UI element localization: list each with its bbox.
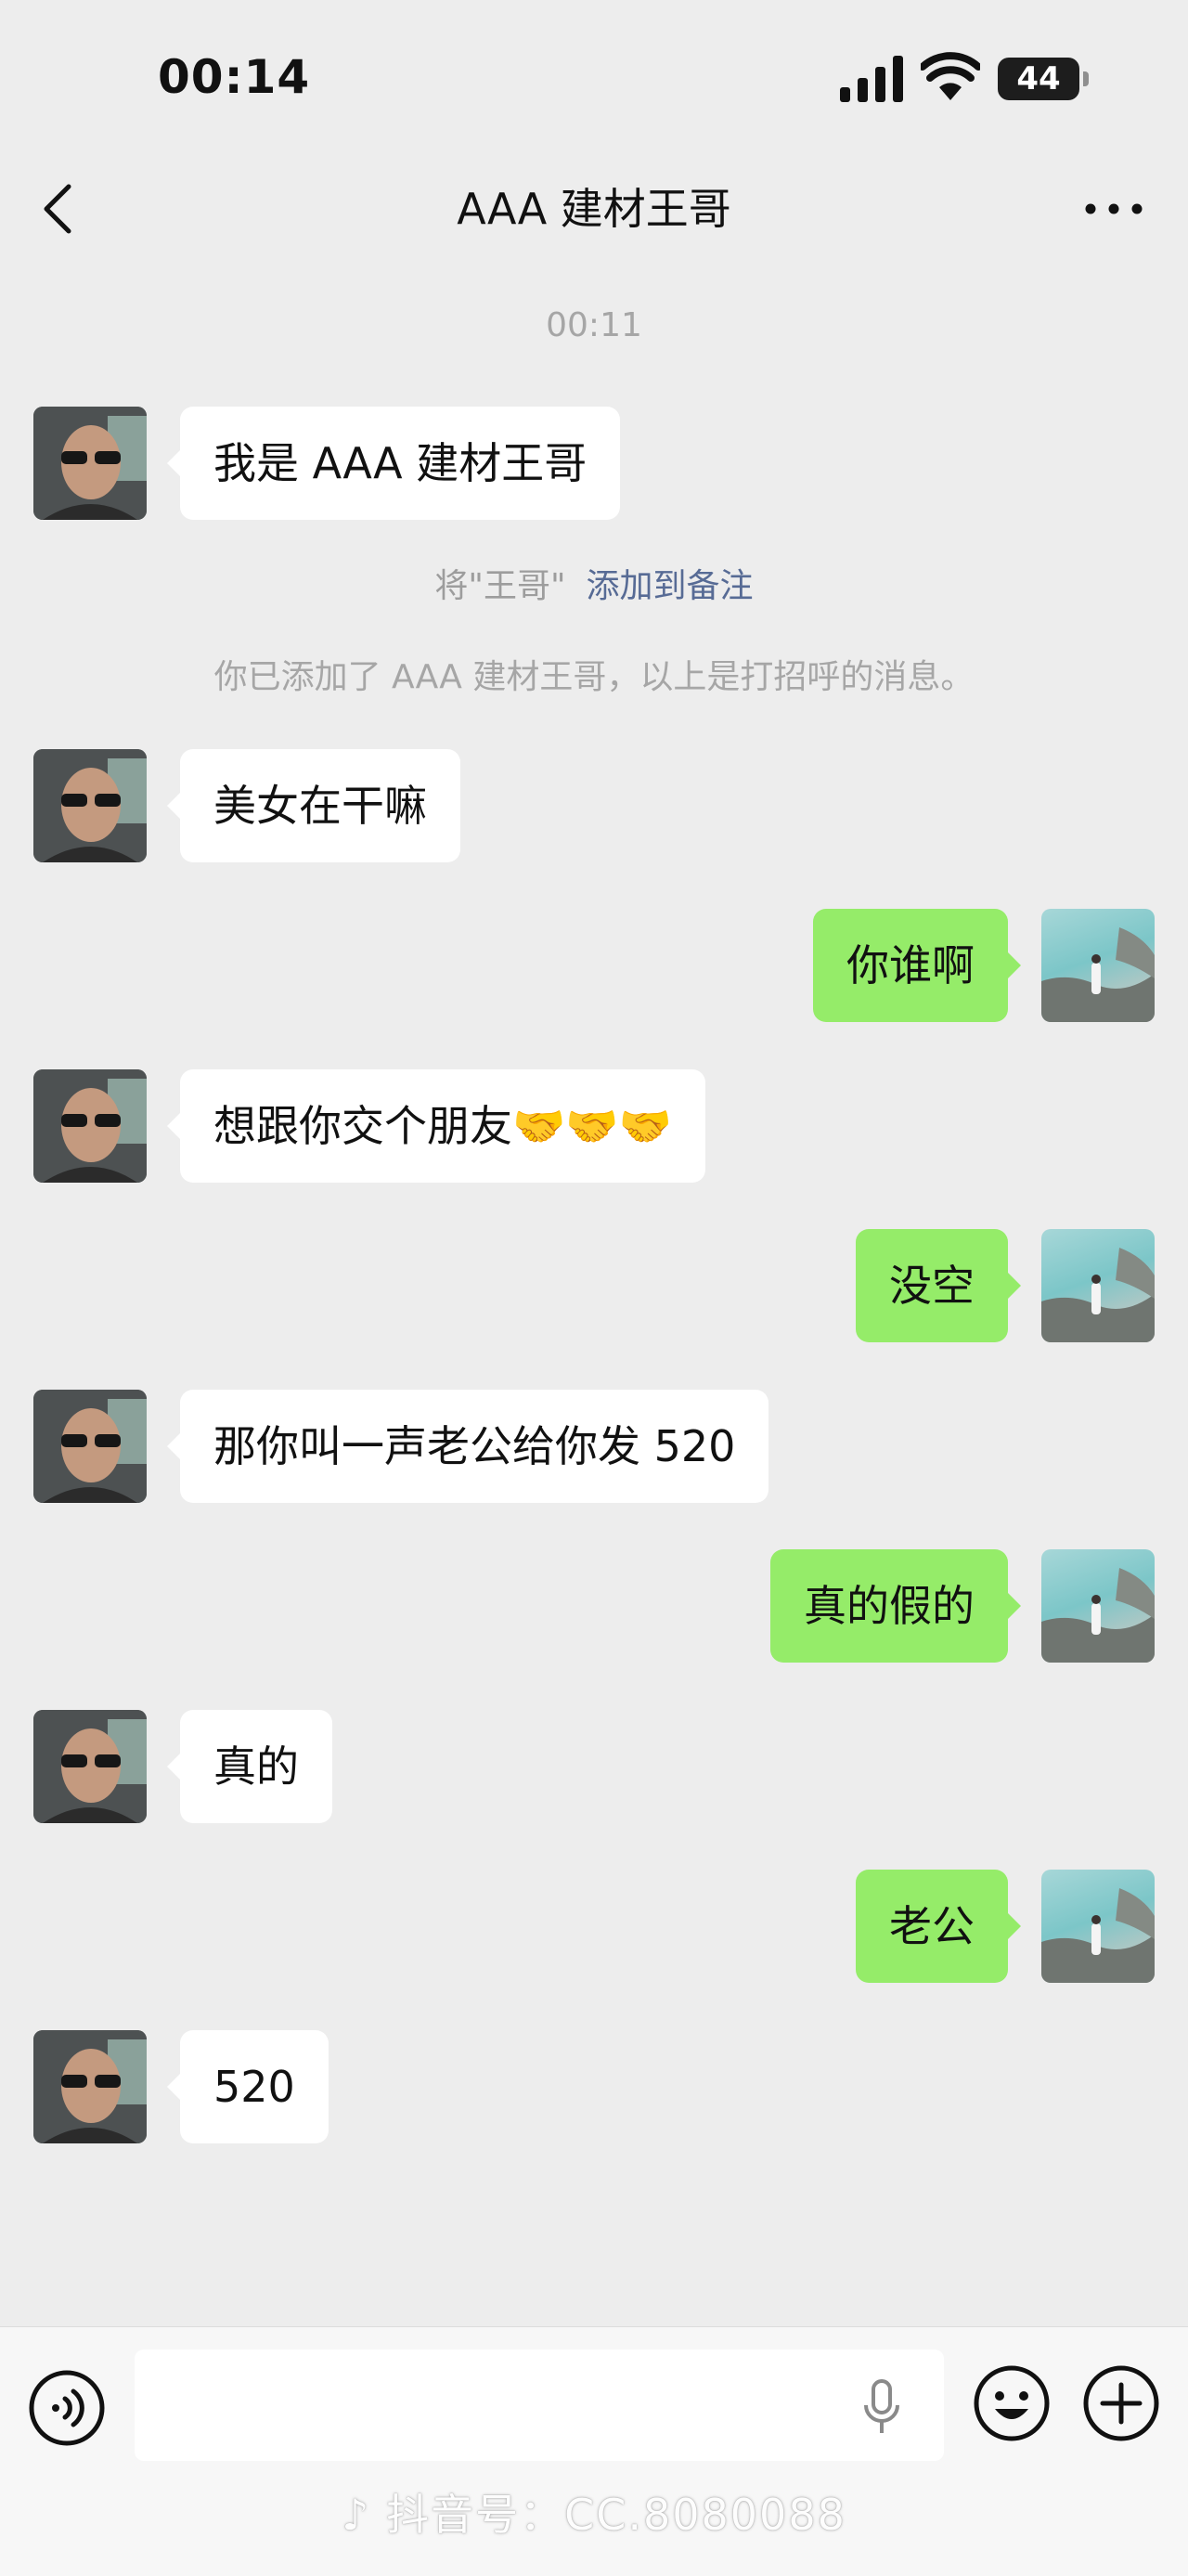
- my-avatar[interactable]: [1041, 1549, 1155, 1663]
- input-bar: ♪ 抖音号：CC.8080088: [0, 2326, 1188, 2576]
- contact-avatar[interactable]: [33, 749, 147, 862]
- tiktok-icon: ♪: [342, 2490, 387, 2540]
- added-contact-notice: 你已添加了 AAA 建材王哥，以上是打招呼的消息。: [213, 658, 975, 696]
- my-avatar[interactable]: [1041, 1870, 1155, 1983]
- message-bubble-outgoing[interactable]: 真的假的: [770, 1549, 1021, 1663]
- battery-level: 44: [1016, 60, 1061, 97]
- contact-avatar[interactable]: [33, 2030, 147, 2143]
- chat-header: AAA 建材王哥: [0, 139, 1188, 278]
- chat-title: AAA 建材王哥: [457, 184, 731, 234]
- contact-avatar[interactable]: [33, 1710, 147, 1823]
- battery-icon: 44: [998, 58, 1091, 100]
- contact-avatar[interactable]: [33, 1069, 147, 1183]
- message-bubble-incoming[interactable]: 我是 AAA 建材王哥: [166, 407, 621, 520]
- message-bubble-incoming[interactable]: 那你叫一声老公给你发 520: [166, 1390, 769, 1503]
- my-avatar[interactable]: [1041, 1229, 1155, 1342]
- message-bubble-incoming[interactable]: 真的: [167, 1710, 332, 1823]
- plus-icon[interactable]: [1082, 2364, 1160, 2442]
- contact-avatar[interactable]: [33, 407, 147, 520]
- microphone-icon[interactable]: [863, 2379, 900, 2435]
- wifi-icon: [921, 52, 980, 100]
- voice-input-icon[interactable]: [28, 2369, 106, 2447]
- message-bubble-incoming[interactable]: 520: [167, 2030, 329, 2143]
- message-bubble-incoming[interactable]: 美女在干嘛: [167, 749, 460, 862]
- watermark: ♪ 抖音号：CC.8080088: [0, 2481, 1188, 2543]
- message-bubble-outgoing[interactable]: 老公: [856, 1870, 1021, 1983]
- contact-avatar[interactable]: [33, 1390, 147, 1503]
- message-bubble-outgoing[interactable]: 没空: [856, 1229, 1021, 1342]
- remark-prefix: 将"王哥": [434, 567, 566, 605]
- message-bubble-incoming[interactable]: 想跟你交个朋友🤝🤝🤝: [167, 1069, 705, 1183]
- cellular-signal-icon: [840, 56, 903, 102]
- emoji-icon[interactable]: [973, 2364, 1051, 2442]
- message-input[interactable]: [135, 2349, 944, 2461]
- more-options-icon[interactable]: [1081, 195, 1146, 223]
- add-remark-link[interactable]: 添加到备注: [587, 567, 754, 605]
- status-bar: 00:14 44: [0, 0, 1188, 139]
- my-avatar[interactable]: [1041, 909, 1155, 1022]
- watermark-text: 抖音号：CC.8080088: [386, 2490, 846, 2540]
- message-timestamp: 00:11: [546, 306, 642, 344]
- message-bubble-outgoing[interactable]: 你谁啊: [813, 909, 1021, 1022]
- status-time: 00:14: [158, 50, 311, 104]
- add-remark-notice: 将"王哥" 添加到备注: [0, 559, 1188, 607]
